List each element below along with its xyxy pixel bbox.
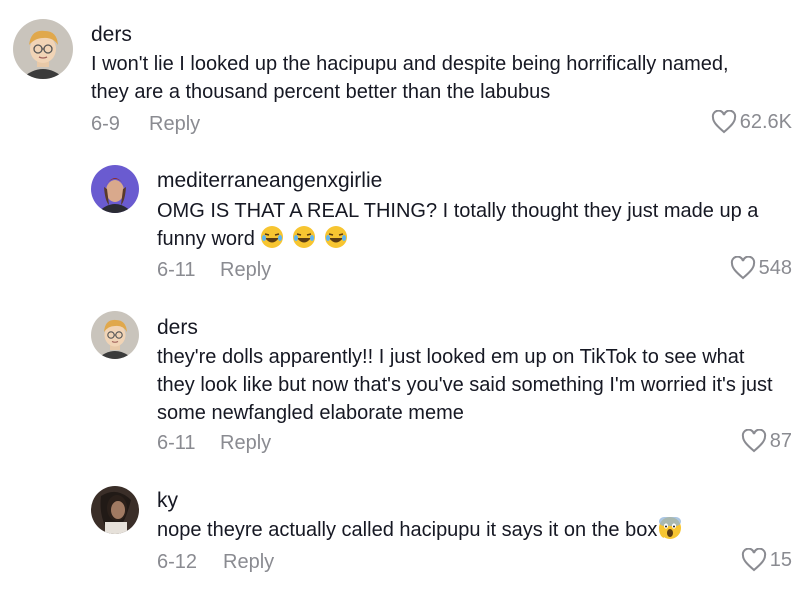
comment-date: 6-11: [157, 259, 196, 281]
like-button[interactable]: 548: [730, 256, 792, 280]
comment: ders they're dolls apparently!! I just l…: [0, 300, 800, 475]
reply-button[interactable]: Reply: [220, 432, 271, 455]
comment-date: 6-11: [157, 432, 196, 454]
comment-text-body: OMG IS THAT A REAL THING? I totally thou…: [157, 200, 759, 250]
comment: ders I won't lie I looked up the hacipup…: [0, 0, 800, 150]
heart-icon: [741, 548, 767, 572]
heart-icon: [741, 429, 767, 453]
avatar[interactable]: [91, 165, 139, 213]
comment-text: I won't lie I looked up the hacipupu and…: [91, 53, 729, 103]
avatar[interactable]: [13, 19, 73, 79]
heart-icon: [711, 110, 737, 134]
laughing-face-icon: [324, 226, 347, 248]
comment-username[interactable]: ders: [157, 316, 198, 340]
laughing-face-icon: [261, 226, 284, 248]
like-button[interactable]: 15: [741, 548, 792, 572]
avatar[interactable]: [91, 311, 139, 359]
comment-text-body: nope theyre actually called hacipupu it …: [157, 519, 658, 541]
comment-date: 6-12: [157, 551, 198, 573]
laughing-face-icon: [292, 226, 315, 248]
reply-button[interactable]: Reply: [223, 551, 274, 574]
reply-button[interactable]: Reply: [220, 259, 271, 282]
like-count: 15: [769, 548, 792, 571]
like-count: 87: [769, 429, 792, 452]
comment-text: OMG IS THAT A REAL THING? I totally thou…: [157, 197, 797, 253]
heart-icon: [730, 256, 756, 280]
avatar[interactable]: [91, 486, 139, 534]
emoji-group: [260, 226, 349, 250]
comment-username[interactable]: ders: [91, 23, 132, 47]
comment-username[interactable]: mediterraneangenxgirlie: [157, 169, 382, 193]
comment: mediterraneangenxgirlie OMG IS THAT A RE…: [0, 150, 800, 300]
comment-date: 6-9: [91, 113, 120, 135]
like-count: 62.6K: [739, 110, 792, 133]
like-button[interactable]: 62.6K: [711, 110, 792, 134]
comment-text: they're dolls apparently!! I just looked…: [157, 346, 773, 424]
comment-text: nope theyre actually called hacipupu it …: [157, 516, 787, 544]
screaming-face-icon: [659, 517, 682, 539]
like-count: 548: [758, 256, 792, 279]
comment-username[interactable]: ky: [157, 489, 178, 513]
reply-button[interactable]: Reply: [149, 113, 200, 136]
comment: ky nope theyre actually called hacipupu …: [0, 475, 800, 595]
like-button[interactable]: 87: [741, 429, 792, 453]
